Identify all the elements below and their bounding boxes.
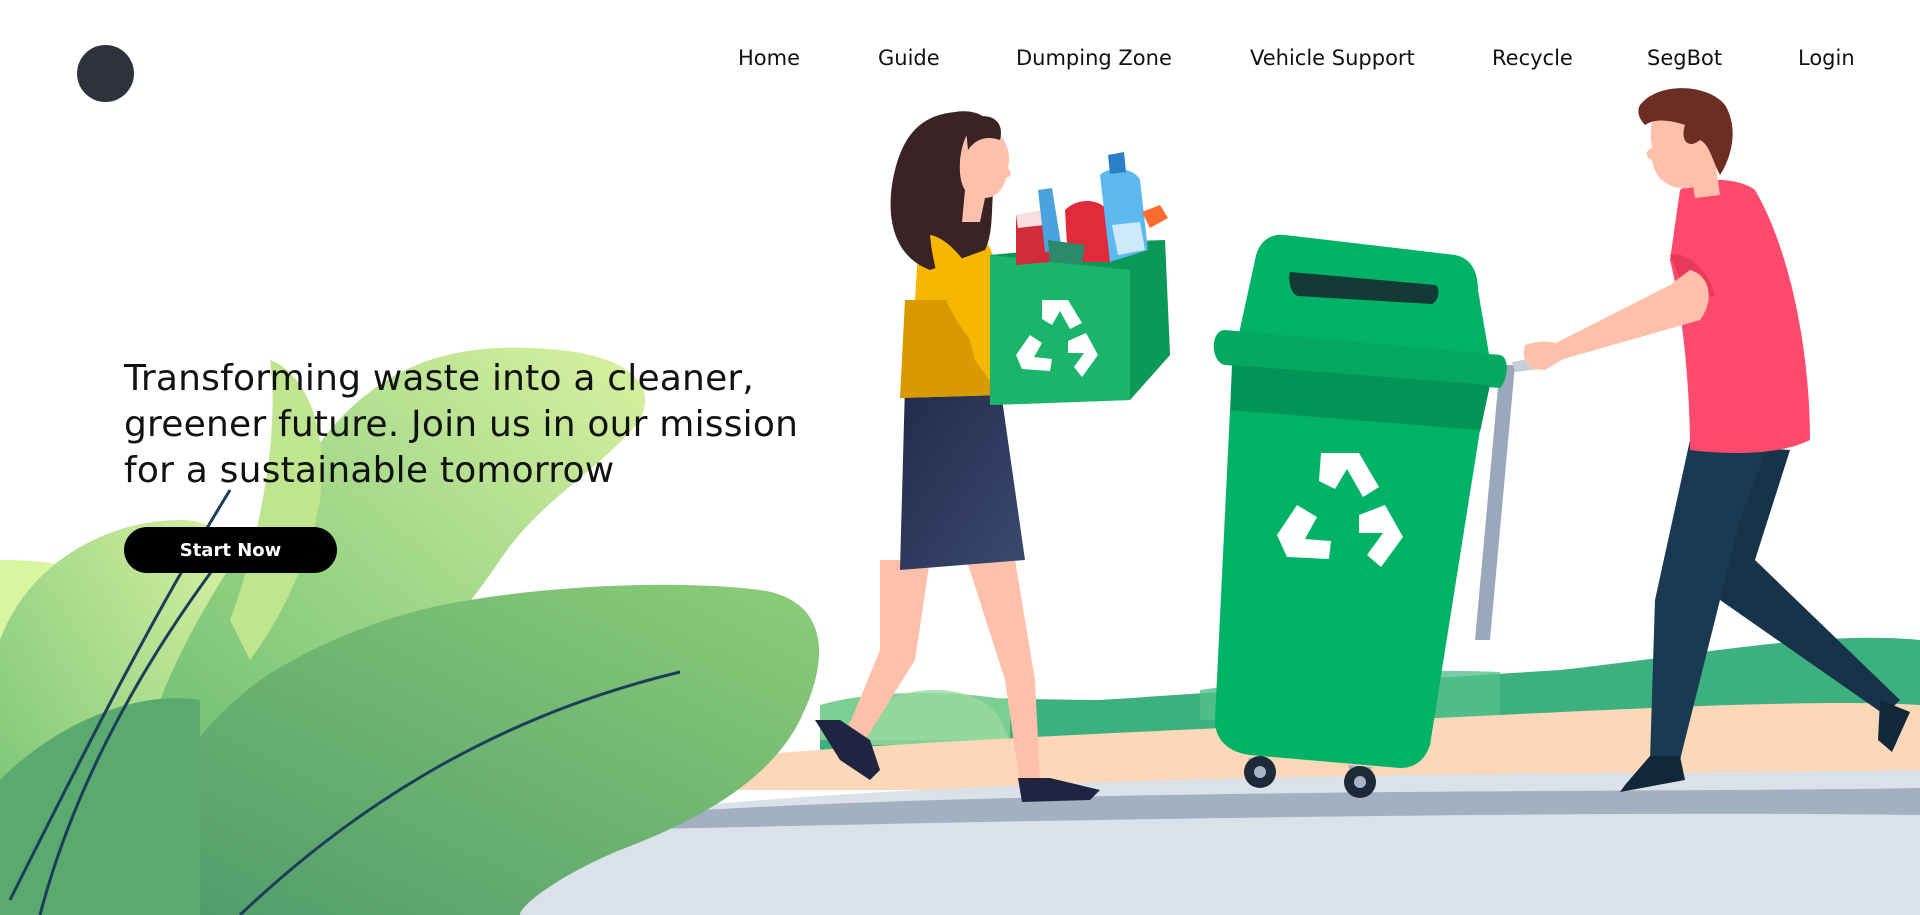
nav-vehicle-support-link[interactable]: Vehicle Support <box>1250 44 1415 72</box>
main-nav: Home Guide Dumping Zone Vehicle Support … <box>0 44 1920 72</box>
nav-home-link[interactable]: Home <box>738 44 800 72</box>
hero-line: greener future. Join us in our mission <box>124 404 799 445</box>
hero-headline: Transforming waste into a cleaner, green… <box>124 356 824 494</box>
nav-login-link[interactable]: Login <box>1798 44 1855 72</box>
bin-wheel-left <box>1244 756 1276 788</box>
hero-line: Transforming waste into a cleaner, <box>124 358 755 399</box>
nav-dumping-zone-link[interactable]: Dumping Zone <box>1016 44 1172 72</box>
hero-line: for a sustainable tomorrow <box>124 450 615 491</box>
start-now-button[interactable]: Start Now <box>124 527 337 573</box>
nav-segbot-link[interactable]: SegBot <box>1647 44 1722 72</box>
nav-guide-link[interactable]: Guide <box>878 44 940 72</box>
nav-recycle-link[interactable]: Recycle <box>1492 44 1573 72</box>
